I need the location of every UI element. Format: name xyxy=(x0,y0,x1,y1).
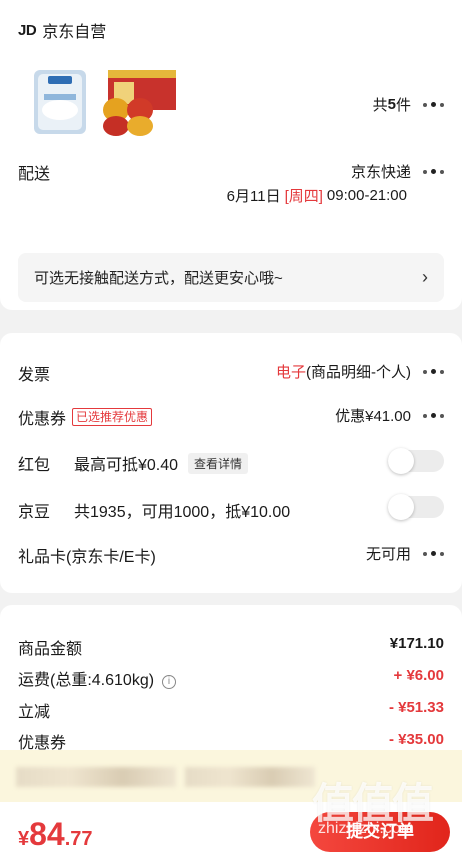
goods-amount-label: 商品金额 xyxy=(18,641,83,658)
count-number: 5 xyxy=(387,96,396,113)
carrier-name: 京东快递 xyxy=(350,164,411,181)
shipping-row: 运费(总重:4.610kg) i xyxy=(18,666,177,690)
more-icon xyxy=(423,169,444,174)
currency-symbol: ¥ xyxy=(18,828,30,850)
shop-name: 京东自营 xyxy=(42,24,107,41)
redpacket-label: 红包 xyxy=(18,457,51,474)
jingdou-label: 京豆 xyxy=(18,504,51,521)
invoice-label: 发票 xyxy=(18,367,51,384)
price-decimal: .77 xyxy=(64,828,93,850)
coupon-value: 优惠¥41.00 xyxy=(335,408,411,425)
delivery-label: 配送 xyxy=(18,166,51,183)
delivery-weekday: [周四] xyxy=(284,188,323,205)
redpacket-row: 红包 最高可抵¥0.40 查看详情 xyxy=(18,451,249,475)
redpacket-desc: 最高可抵¥0.40 xyxy=(74,457,179,474)
watermark-url: zhizhizhi.com xyxy=(318,820,415,837)
giftcard-label: 礼品卡(京东卡/E卡) xyxy=(18,549,156,566)
jingdou-desc: 共1935，可用1000，抵¥10.00 xyxy=(74,504,291,521)
shop-header: JD 京东自营 xyxy=(18,18,106,42)
jingdou-row: 京豆 共1935，可用1000，抵¥10.00 xyxy=(18,498,290,522)
contactless-tip[interactable]: 可选无接触配送方式，配送更安心哦~ › xyxy=(18,253,444,302)
coupon-label-group: 优惠券 已选推荐优惠 xyxy=(18,405,153,429)
shipping-value: + ¥6.00 xyxy=(393,667,444,684)
giftcard-value: 无可用 xyxy=(365,546,411,563)
chevron-right-icon: › xyxy=(422,267,428,287)
delivery-time[interactable]: 6月11日 [周四] 09:00-21:00 xyxy=(227,185,407,206)
jingdou-toggle[interactable] xyxy=(388,494,444,520)
invoice-row[interactable]: 电子 (商品明细-个人) xyxy=(276,361,444,382)
total-price: ¥ 84 .77 xyxy=(18,816,93,853)
invoice-detail: (商品明细-个人) xyxy=(306,364,411,381)
count-suffix: 件 xyxy=(395,97,411,114)
delivery-window: 09:00-21:00 xyxy=(326,187,407,204)
more-icon xyxy=(423,413,444,418)
discount-value: - ¥51.33 xyxy=(388,699,444,716)
blurred-text xyxy=(16,767,176,787)
delivery-carrier[interactable]: 京东快递 xyxy=(351,161,444,182)
giftcard-row[interactable]: 无可用 xyxy=(366,543,444,564)
shipping-label: 运费(总重:4.610kg) xyxy=(18,672,155,689)
product-thumb-noodles[interactable] xyxy=(100,68,178,136)
item-count[interactable]: 共 5 件 xyxy=(373,94,444,115)
coupon-sum-value: - ¥35.00 xyxy=(388,731,444,748)
delivery-date: 6月11日 xyxy=(226,188,281,205)
discount-label: 立减 xyxy=(18,704,51,721)
coupon-label: 优惠券 xyxy=(18,411,67,428)
invoice-type: 电子 xyxy=(275,364,306,381)
view-details-button[interactable]: 查看详情 xyxy=(188,452,249,474)
blurred-text xyxy=(185,767,315,787)
info-icon[interactable]: i xyxy=(162,675,177,689)
product-thumb-salt[interactable] xyxy=(30,68,90,136)
redpacket-toggle[interactable] xyxy=(388,448,444,474)
price-integer: 84 xyxy=(29,816,65,852)
count-prefix: 共 xyxy=(372,97,388,114)
recommended-tag: 已选推荐优惠 xyxy=(72,408,153,426)
coupon-row[interactable]: 优惠¥41.00 xyxy=(335,405,444,426)
more-icon xyxy=(423,102,444,107)
tip-text: 可选无接触配送方式，配送更安心哦~ xyxy=(34,270,283,287)
goods-amount-value: ¥171.10 xyxy=(389,635,444,652)
jd-logo: JD xyxy=(18,21,37,39)
more-icon xyxy=(423,369,444,374)
more-icon xyxy=(423,551,444,556)
